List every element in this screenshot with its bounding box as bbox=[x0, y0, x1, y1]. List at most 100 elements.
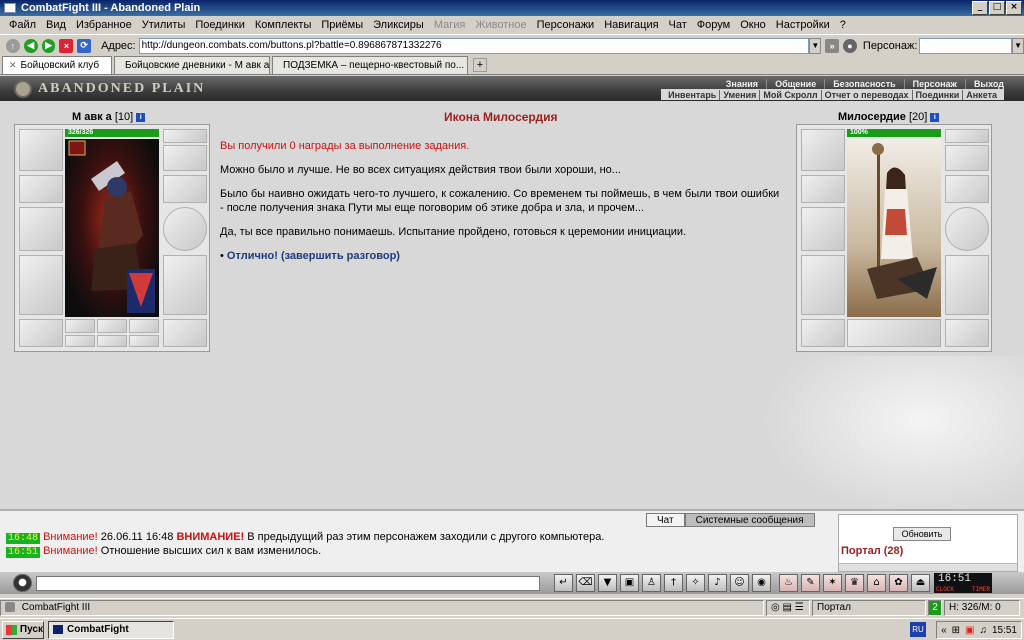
antivirus-icon[interactable]: ▣ bbox=[965, 625, 974, 636]
weapon-slot[interactable] bbox=[19, 207, 63, 251]
nav-inventory[interactable]: Инвентарь bbox=[665, 89, 721, 100]
refresh-button[interactable]: Обновить bbox=[893, 527, 951, 541]
ring-slot-3[interactable] bbox=[129, 319, 159, 333]
info-icon[interactable]: i bbox=[930, 112, 940, 122]
persona-dropdown-icon[interactable]: ▼ bbox=[1012, 37, 1024, 54]
nav-security[interactable]: Безопасность bbox=[825, 79, 905, 89]
menu-utilities[interactable]: Утилиты bbox=[137, 19, 191, 31]
taskbar-item-combatfight[interactable]: CombatFight bbox=[48, 620, 174, 639]
nav-profile[interactable]: Анкета bbox=[963, 90, 1000, 100]
potion-icon[interactable]: ♨ bbox=[779, 574, 798, 592]
new-tab-button[interactable]: + bbox=[473, 58, 487, 72]
exit-icon[interactable]: ⏏ bbox=[911, 574, 930, 592]
location-name[interactable]: Портал (28) bbox=[841, 545, 903, 557]
menu-view[interactable]: Вид bbox=[41, 19, 71, 31]
minimize-button[interactable]: _ bbox=[972, 1, 988, 15]
address-dropdown-icon[interactable]: ▼ bbox=[809, 37, 822, 54]
tab-dungeon[interactable]: ПОДЗЕМКА – пещерно-квестовый по... ✕ bbox=[272, 56, 468, 74]
stop-icon[interactable]: × bbox=[59, 38, 74, 53]
music-icon[interactable]: ♪ bbox=[708, 574, 727, 592]
quest-icon[interactable]: ✿ bbox=[889, 574, 908, 592]
amulet-slot[interactable] bbox=[163, 129, 207, 143]
menu-fights[interactable]: Поединки bbox=[190, 19, 250, 31]
nav-transfer-report[interactable]: Отчет о переводах bbox=[822, 89, 913, 100]
address-input[interactable]: http://dungeon.combats.com/buttons.pl?ba… bbox=[138, 37, 810, 54]
start-button[interactable]: Пуск bbox=[2, 620, 44, 639]
send-icon[interactable]: ↵ bbox=[554, 574, 573, 592]
status-icons[interactable]: ◎ ▤ ☰ bbox=[766, 599, 810, 616]
maximize-button[interactable]: □ bbox=[989, 1, 1005, 15]
network-icon[interactable]: ⊞ bbox=[952, 625, 960, 636]
clock-time[interactable]: 15:51 bbox=[992, 625, 1017, 636]
menu-settings[interactable]: Настройки bbox=[771, 19, 835, 31]
persona-select[interactable] bbox=[919, 37, 1013, 54]
armor-slot[interactable] bbox=[19, 255, 63, 315]
smile-icon[interactable]: ☺ bbox=[730, 574, 749, 592]
chat-input[interactable] bbox=[36, 575, 540, 591]
nav-skills[interactable]: Умения bbox=[720, 89, 761, 100]
answer-link[interactable]: Отлично! (завершить разговор) bbox=[227, 250, 400, 262]
menu-elixirs[interactable]: Эликсиры bbox=[368, 19, 429, 31]
belt-slot[interactable] bbox=[19, 319, 63, 347]
shield-slot[interactable] bbox=[163, 207, 207, 251]
group-icon[interactable]: ♛ bbox=[845, 574, 864, 592]
tray-expand-icon[interactable]: « bbox=[941, 625, 947, 636]
up-arrow-icon[interactable]: ↑ bbox=[6, 38, 20, 53]
bracers-slot[interactable] bbox=[19, 175, 63, 203]
gloves-slot[interactable] bbox=[163, 175, 207, 203]
horizontal-scrollbar[interactable] bbox=[839, 563, 1017, 571]
menu-favorites[interactable]: Избранное bbox=[71, 19, 137, 31]
language-indicator[interactable]: RU bbox=[910, 622, 926, 637]
legs-slot[interactable] bbox=[163, 255, 207, 315]
menu-help[interactable]: ? bbox=[835, 19, 851, 31]
nav-my-scroll[interactable]: Мой Скролл bbox=[760, 89, 822, 100]
menu-file[interactable]: Файл bbox=[4, 19, 41, 31]
tab-system-messages[interactable]: Системные сообщения bbox=[684, 513, 815, 527]
page-icon[interactable]: ▤ bbox=[783, 602, 792, 613]
go-icon[interactable]: » bbox=[825, 38, 840, 53]
list-icon[interactable]: ☰ bbox=[795, 602, 804, 613]
menu-sets[interactable]: Комплекты bbox=[250, 19, 316, 31]
earrings-slot[interactable] bbox=[163, 145, 207, 171]
scroll-slot-2[interactable] bbox=[97, 335, 127, 347]
trap-icon[interactable]: ✶ bbox=[823, 574, 842, 592]
character-icon[interactable]: ♙ bbox=[642, 574, 661, 592]
nav-exit[interactable]: Выход bbox=[966, 79, 1012, 89]
forward-icon[interactable]: ▶ bbox=[41, 38, 56, 53]
sword-icon[interactable]: † bbox=[664, 574, 683, 592]
magic-icon[interactable]: ✧ bbox=[686, 574, 705, 592]
nav-knowledge[interactable]: Знания bbox=[718, 79, 768, 89]
scroll-icon[interactable]: ✎ bbox=[801, 574, 820, 592]
menu-window[interactable]: Окно bbox=[735, 19, 771, 31]
nav-fights[interactable]: Поединки bbox=[913, 89, 964, 100]
player-name[interactable]: М авк а [10] i bbox=[72, 111, 146, 123]
close-tab-icon[interactable]: ✕ bbox=[9, 60, 17, 71]
ring-slot-2[interactable] bbox=[97, 319, 127, 333]
menu-navigation[interactable]: Навигация bbox=[599, 19, 663, 31]
close-button[interactable]: × bbox=[1006, 1, 1022, 15]
chat-mode-icon[interactable]: ● bbox=[13, 574, 32, 592]
info-icon[interactable]: i bbox=[136, 112, 146, 122]
tab-diaries[interactable]: Бойцовские дневники - М авк а ✕ bbox=[114, 56, 270, 74]
menu-chat[interactable]: Чат bbox=[664, 19, 692, 31]
helmet-icon[interactable]: ◉ bbox=[752, 574, 771, 592]
nav-character[interactable]: Персонаж bbox=[905, 79, 966, 89]
nav-communication[interactable]: Общение bbox=[767, 79, 826, 89]
eraser-icon[interactable]: ⌫ bbox=[576, 574, 595, 592]
ring-slot-1[interactable] bbox=[65, 319, 95, 333]
boots-slot[interactable] bbox=[163, 319, 207, 347]
npc-name[interactable]: Милосердие [20] i bbox=[838, 111, 940, 123]
globe-icon[interactable]: ◎ bbox=[771, 602, 780, 613]
map-icon[interactable]: ⌂ bbox=[867, 574, 886, 592]
tab-club[interactable]: ✕ Бойцовский клуб bbox=[2, 56, 112, 74]
menu-forum[interactable]: Форум bbox=[692, 19, 735, 31]
tab-chat[interactable]: Чат bbox=[646, 513, 685, 527]
scroll-slot-1[interactable] bbox=[65, 335, 95, 347]
scroll-slot-3[interactable] bbox=[129, 335, 159, 347]
filter-icon[interactable]: ▼ bbox=[598, 574, 617, 592]
back-icon[interactable]: ◀ bbox=[23, 38, 38, 53]
save-icon[interactable]: ▣ bbox=[620, 574, 639, 592]
menu-techniques[interactable]: Приёмы bbox=[316, 19, 368, 31]
menu-characters[interactable]: Персонажи bbox=[532, 19, 600, 31]
volume-icon[interactable]: ♫ bbox=[979, 625, 987, 636]
